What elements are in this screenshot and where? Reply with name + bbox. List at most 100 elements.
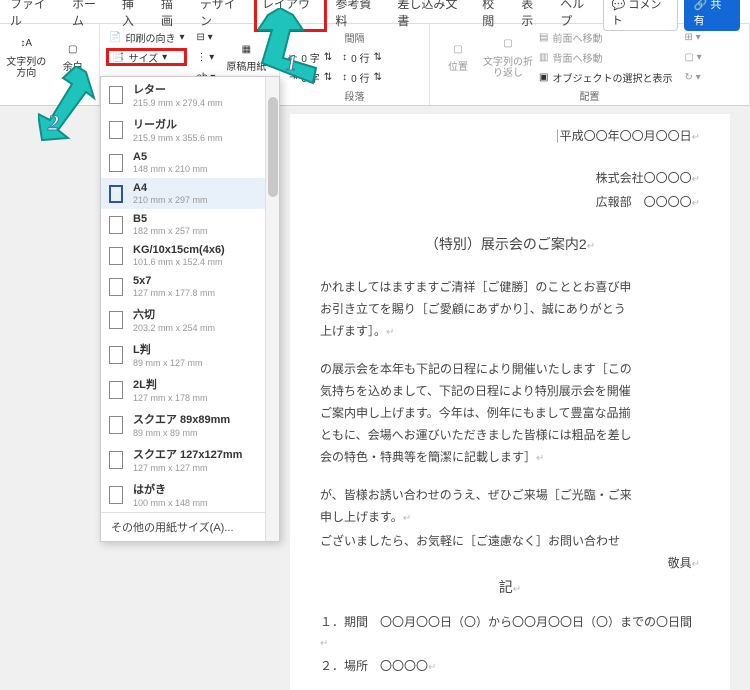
orientation-label: 印刷の向き bbox=[125, 30, 175, 45]
group-button[interactable]: ▢ ▾ bbox=[681, 48, 704, 66]
ribbon-group-arrange: ▢ 位置 ▢ 文字列の折 り返し ▤ 前面へ移動 ▥ 背面へ移動 ▣ オブジェク… bbox=[430, 24, 750, 105]
doc-p10: 申し上げます。↵ bbox=[320, 507, 700, 529]
share-label: 共有 bbox=[694, 0, 722, 27]
page-rect-icon bbox=[109, 486, 123, 504]
line-numbers-button[interactable]: ⋮ ▾ bbox=[193, 48, 218, 66]
menubar: ファイル ホーム 挿入 描画 デザイン レイアウト 参考資料 差し込み文書 校閲… bbox=[0, 0, 750, 24]
document-area: 平成〇〇年〇〇月〇〇日↵ 株式会社〇〇〇〇↵ 広報部 〇〇〇〇↵ （特別）展示会… bbox=[290, 114, 730, 690]
size-option-title: B5 bbox=[133, 213, 208, 225]
size-option-2[interactable]: A5148 mm x 210 mm bbox=[101, 147, 279, 178]
doc-p3: 上げます］。↵ bbox=[320, 321, 700, 343]
size-option-11[interactable]: スクエア 127x127mm127 mm x 127 mm bbox=[101, 442, 279, 477]
size-option-6[interactable]: 5x7127 mm x 177.8 mm bbox=[101, 271, 279, 302]
size-icon: 📑 bbox=[112, 52, 124, 63]
wrap-text-icon: ▢ bbox=[498, 34, 518, 54]
size-option-10[interactable]: スクエア 89x89mm89 mm x 89 mm bbox=[101, 407, 279, 442]
doc-p2: お引き立てを賜り［ご愛顧にあずかり］、誠にありがとう bbox=[320, 299, 700, 319]
size-option-9[interactable]: 2L判127 mm x 178 mm bbox=[101, 372, 279, 407]
size-option-title: 2L判 bbox=[133, 376, 208, 392]
wrap-text-button[interactable]: ▢ 文字列の折 り返し bbox=[486, 28, 530, 84]
doc-dept: 広報部 〇〇〇〇↵ bbox=[320, 192, 700, 214]
doc-p11: ございましたら、お気軽に［ご遠慮なく］お問い合わせ bbox=[320, 531, 700, 551]
doc-li2: ２．場所 〇〇〇〇↵ bbox=[320, 656, 700, 678]
size-option-dim: 182 mm x 257 mm bbox=[133, 226, 208, 236]
text-direction-icon: ↕A bbox=[16, 34, 36, 54]
orientation-icon: 📄 bbox=[109, 32, 121, 43]
annotation-arrow-1: 1 bbox=[258, 8, 318, 88]
comment-label: コメント bbox=[612, 0, 662, 27]
annotation-2-label: 2 bbox=[48, 110, 59, 136]
size-option-dim: 215.9 mm x 279.4 mm bbox=[133, 98, 223, 108]
page-rect-icon bbox=[109, 381, 123, 399]
genkou-icon: ▦ bbox=[236, 39, 256, 59]
size-option-1[interactable]: リーガル215.9 mm x 355.6 mm bbox=[101, 112, 279, 147]
orientation-button[interactable]: 📄印刷の向き ▾ bbox=[106, 28, 187, 46]
dropdown-scrollbar[interactable] bbox=[265, 77, 279, 541]
doc-p8: 会の特色・特典等を簡潔に記載します］↵ bbox=[320, 447, 700, 469]
spacing-after-input[interactable]: ↕ 0 行 ⇅ bbox=[339, 68, 385, 86]
size-option-dim: 89 mm x 127 mm bbox=[133, 358, 203, 368]
size-option-title: レター bbox=[133, 81, 223, 97]
bring-forward-button[interactable]: ▤ 前面へ移動 bbox=[536, 28, 675, 46]
page-rect-icon bbox=[109, 86, 123, 104]
doc-p12: 敬具↵ bbox=[320, 553, 700, 575]
doc-title: （特別）展示会のご案内2↵ bbox=[320, 234, 700, 257]
breaks-button[interactable]: ⊟ ▾ bbox=[193, 28, 218, 46]
send-backward-button[interactable]: ▥ 背面へ移動 bbox=[536, 48, 675, 66]
size-option-dim: 100 mm x 148 mm bbox=[133, 498, 208, 508]
doc-p13: 記↵ bbox=[320, 577, 700, 600]
selection-pane-button[interactable]: ▣ オブジェクトの選択と表示 bbox=[536, 68, 675, 86]
size-button[interactable]: 📑サイズ ▾ bbox=[106, 48, 187, 66]
size-option-dim: 89 mm x 89 mm bbox=[133, 428, 230, 438]
doc-p9: が、皆様お誘い合わせのうえ、ぜひご来場［ご光臨・ご来 bbox=[320, 485, 700, 505]
page-rect-icon bbox=[109, 278, 123, 296]
page-rect-icon bbox=[109, 416, 123, 434]
size-option-4[interactable]: B5182 mm x 257 mm bbox=[101, 209, 279, 240]
size-option-title: はがき bbox=[133, 481, 208, 497]
page-rect-icon bbox=[109, 154, 123, 172]
page-rect-icon bbox=[109, 311, 123, 329]
page-rect-icon bbox=[109, 216, 123, 234]
doc-date: 平成〇〇年〇〇月〇〇日↵ bbox=[320, 126, 700, 148]
size-option-title: 六切 bbox=[133, 306, 215, 322]
position-icon: ▢ bbox=[448, 39, 468, 59]
size-option-0[interactable]: レター215.9 mm x 279.4 mm bbox=[101, 77, 279, 112]
size-option-dim: 203.2 mm x 254 mm bbox=[133, 323, 215, 333]
size-option-title: L判 bbox=[133, 341, 203, 357]
doc-p6: ご案内申し上げます。今年は、例年にもまして豊富な品揃 bbox=[320, 403, 700, 423]
size-option-title: KG/10x15cm(4x6) bbox=[133, 244, 225, 256]
spacing-before-input[interactable]: ↕ 0 行 ⇅ bbox=[339, 48, 385, 66]
size-option-dim: 127 mm x 177.8 mm bbox=[133, 288, 215, 298]
align-button[interactable]: ⊞ ▾ bbox=[681, 28, 704, 46]
size-dropdown: レター215.9 mm x 279.4 mmリーガル215.9 mm x 355… bbox=[100, 76, 280, 542]
position-button[interactable]: ▢ 位置 bbox=[436, 28, 480, 84]
doc-li1: １．期間 〇〇月〇〇日（〇）から〇〇月〇〇日（〇）までの〇日間↵ bbox=[320, 612, 700, 654]
page-rect-icon bbox=[109, 247, 123, 265]
page-rect-icon bbox=[109, 451, 123, 469]
size-option-dim: 210 mm x 297 mm bbox=[133, 195, 208, 205]
size-option-8[interactable]: L判89 mm x 127 mm bbox=[101, 337, 279, 372]
size-option-dim: 127 mm x 178 mm bbox=[133, 393, 208, 403]
position-label: 位置 bbox=[448, 62, 468, 73]
rotate-button[interactable]: ↻ ▾ bbox=[681, 68, 704, 86]
annotation-1-label: 1 bbox=[286, 50, 297, 76]
size-option-title: A5 bbox=[133, 151, 208, 163]
more-paper-sizes[interactable]: その他の用紙サイズ(A)... bbox=[101, 512, 279, 541]
doc-p5: 気持ちを込めまして、下記の日程により特別展示会を開催 bbox=[320, 381, 700, 401]
size-option-3[interactable]: A4210 mm x 297 mm bbox=[101, 178, 279, 209]
size-option-dim: 127 mm x 127 mm bbox=[133, 463, 242, 473]
size-dropdown-list[interactable]: レター215.9 mm x 279.4 mmリーガル215.9 mm x 355… bbox=[101, 77, 279, 512]
size-option-dim: 215.9 mm x 355.6 mm bbox=[133, 133, 223, 143]
annotation-arrow-2: 2 bbox=[38, 66, 98, 146]
size-option-12[interactable]: はがき100 mm x 148 mm bbox=[101, 477, 279, 512]
doc-company: 株式会社〇〇〇〇↵ bbox=[320, 168, 700, 190]
doc-p4: の展示会を本年も下記の日程により開催いたします［この bbox=[320, 359, 700, 379]
size-option-title: スクエア 89x89mm bbox=[133, 411, 230, 427]
size-option-title: 5x7 bbox=[133, 275, 215, 287]
wrap-text-label: 文字列の折 り返し bbox=[483, 57, 533, 79]
size-option-5[interactable]: KG/10x15cm(4x6)101.6 mm x 152.4 mm bbox=[101, 240, 279, 271]
size-option-dim: 148 mm x 210 mm bbox=[133, 164, 208, 174]
paragraph-group-label: 段落 bbox=[286, 88, 423, 103]
size-option-7[interactable]: 六切203.2 mm x 254 mm bbox=[101, 302, 279, 337]
size-label: サイズ bbox=[128, 50, 158, 65]
